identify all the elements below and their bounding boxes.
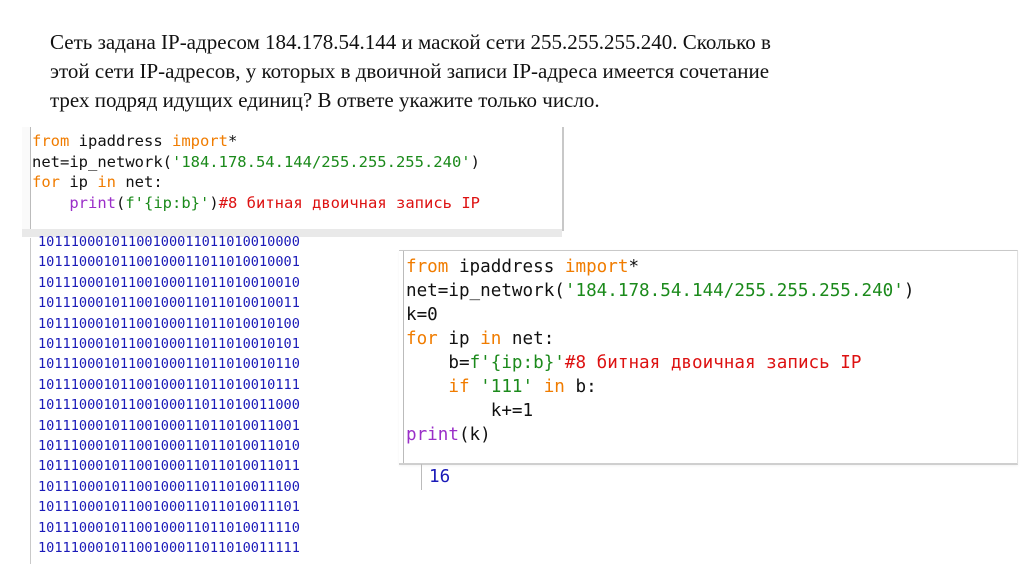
code-block: from ipaddress import* net=ip_network('18… xyxy=(406,255,914,447)
code-line: print(f'{ip:b}')#8 битная двоичная запис… xyxy=(69,193,480,212)
output-line: 10111000101100100011011010011011 xyxy=(38,458,300,475)
code-line: net=ip_network('184.178.54.144/255.255.2… xyxy=(32,152,480,171)
output-line: 10111000101100100011011010010010 xyxy=(38,274,300,291)
code-line: from ipaddress import* xyxy=(32,132,238,150)
output-line: 10111000101100100011011010010110 xyxy=(38,356,300,373)
output-line: 10111000101100100011011010010011 xyxy=(38,295,300,312)
code-line: k=0 xyxy=(406,305,438,325)
code-block: from ipaddress import* net=ip_network('18… xyxy=(32,131,480,213)
output-border xyxy=(30,238,31,564)
program-result: 16 xyxy=(421,464,451,490)
question-text: Сеть задана IP-адресом 184.178.54.144 и … xyxy=(50,28,980,115)
code-line: b=f'{ip:b}'#8 битная двоичная запись IP xyxy=(448,353,862,373)
output-list: 10111000101100100011011010010000 10111000… xyxy=(38,232,300,559)
output-line: 10111000101100100011011010011100 xyxy=(38,478,300,495)
result-border xyxy=(421,464,422,490)
output-line: 10111000101100100011011010011010 xyxy=(38,438,300,455)
editor-gutter xyxy=(399,251,404,463)
question-line: трех подряд идущих единиц? В ответе укаж… xyxy=(50,88,600,112)
code-editor-panel[interactable]: from ipaddress import* net=ip_network('18… xyxy=(22,127,564,231)
question-line: Сеть задана IP-адресом 184.178.54.144 и … xyxy=(50,30,771,54)
output-line: 10111000101100100011011010010101 xyxy=(38,336,300,353)
output-line: 10111000101100100011011010010000 xyxy=(38,234,300,250)
code-line: if '111' in b: xyxy=(448,377,597,397)
question-line: этой сети IP-адресов, у которых в двоичн… xyxy=(50,59,770,83)
result-value: 16 xyxy=(429,467,451,487)
code-line: net=ip_network('184.178.54.144/255.255.2… xyxy=(406,281,915,301)
code-line: k+=1 xyxy=(490,401,534,421)
code-line: for ip in net: xyxy=(406,329,555,349)
output-line: 10111000101100100011011010010111 xyxy=(38,376,300,393)
code-line: print(k) xyxy=(406,425,491,445)
output-line: 10111000101100100011011010011000 xyxy=(38,397,300,414)
code-line: from ipaddress import* xyxy=(406,257,640,277)
code-editor-panel-2[interactable]: from ipaddress import* net=ip_network('18… xyxy=(399,250,1018,465)
output-line: 10111000101100100011011010011101 xyxy=(38,499,300,516)
output-line: 10111000101100100011011010010001 xyxy=(38,254,300,271)
output-line: 10111000101100100011011010011111 xyxy=(38,540,300,557)
output-line: 10111000101100100011011010011110 xyxy=(38,519,300,536)
output-line: 10111000101100100011011010011001 xyxy=(38,417,300,434)
editor-gutter xyxy=(22,127,31,229)
code-line: for ip in net: xyxy=(32,173,163,191)
output-line: 10111000101100100011011010010100 xyxy=(38,315,300,332)
